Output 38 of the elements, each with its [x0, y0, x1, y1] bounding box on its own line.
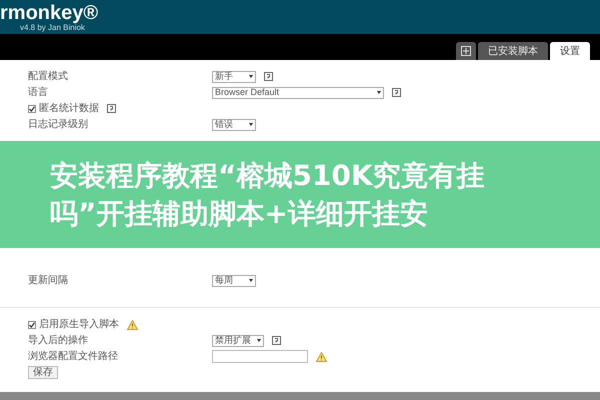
setting-label: 更新间隔: [28, 274, 69, 288]
checkbox-label: 匿名统计数据: [39, 102, 99, 116]
tab[interactable]: 已安装脚本: [478, 42, 548, 60]
app-logo: rmonkey®: [0, 3, 98, 23]
checkbox[interactable]: [28, 320, 36, 328]
caret-icon: [249, 123, 253, 126]
caret-icon: [249, 279, 253, 282]
caret-icon: [249, 75, 253, 78]
setting-label: 语言: [28, 86, 49, 100]
caret-icon: [257, 339, 261, 342]
version-text: v4.8 by Jan Biniok: [20, 23, 85, 32]
path-input-field[interactable]: [212, 350, 308, 363]
dropdown-value: 禁用扩展: [215, 334, 251, 347]
setting-label: 浏览器配置文件路径: [28, 350, 119, 364]
tab[interactable]: 设置: [550, 42, 590, 60]
caret-icon: [377, 91, 381, 94]
grid-tab[interactable]: [456, 42, 476, 60]
dropdown-value: 新手: [215, 70, 233, 83]
dropdown[interactable]: 每周: [212, 274, 256, 286]
help-icon[interactable]: [107, 104, 116, 113]
dropdown[interactable]: Browser Default: [212, 86, 384, 98]
setting-label: 导入后的操作: [28, 334, 89, 348]
help-icon[interactable]: [392, 88, 401, 97]
dropdown[interactable]: 禁用扩展: [212, 334, 264, 346]
checkbox-label: 启用原生导入脚本: [39, 318, 119, 332]
dropdown-value: 错误: [215, 118, 233, 131]
dropdown-value: Browser Default: [215, 86, 280, 99]
setting-label: 日志记录级别: [28, 118, 89, 132]
checkbox[interactable]: [28, 104, 36, 112]
dropdown[interactable]: 错误: [212, 118, 256, 130]
save-button[interactable]: 保存: [28, 366, 58, 379]
caption-text: 安装程序教程“榕城510K究竟有挂吗”开挂辅助脚本+详细开挂安: [50, 158, 486, 232]
dropdown[interactable]: 新手: [212, 70, 256, 82]
help-icon[interactable]: [264, 72, 273, 81]
help-icon[interactable]: [272, 336, 281, 345]
dropdown-value: 每周: [215, 274, 233, 287]
plus-square-icon: [461, 46, 471, 56]
setting-label: 配置模式: [28, 70, 69, 84]
